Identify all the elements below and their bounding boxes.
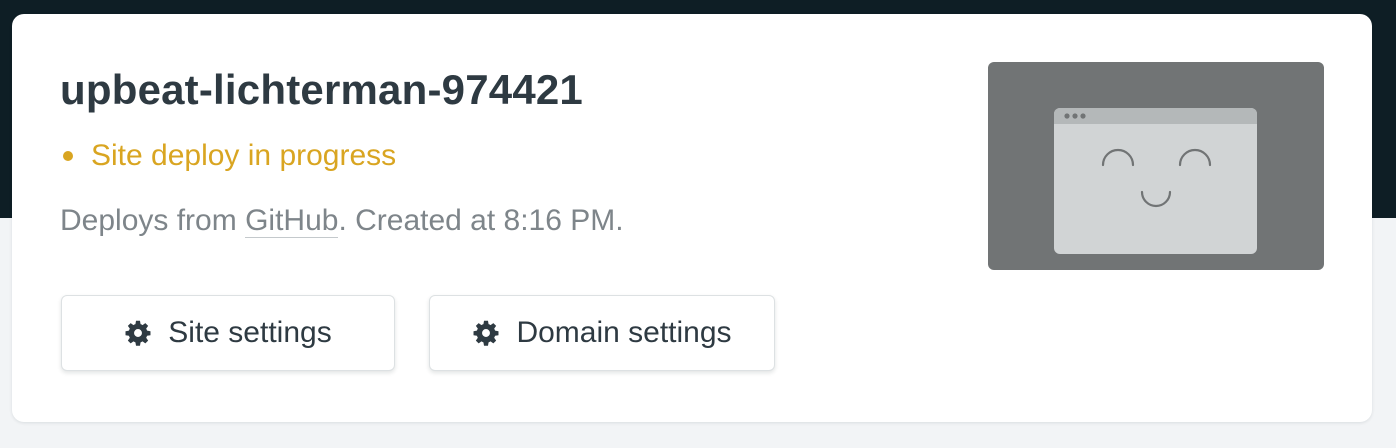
meta-suffix: . Created at 8:16 PM.	[338, 204, 624, 237]
site-preview-thumbnail[interactable]	[988, 62, 1324, 270]
site-name: upbeat-lichterman-974421	[60, 66, 583, 113]
domain-settings-label: Domain settings	[516, 316, 732, 349]
site-meta: Deploys from GitHub. Created at 8:16 PM.	[60, 204, 624, 238]
gear-icon	[125, 320, 151, 346]
deploy-status: Site deploy in progress	[60, 139, 396, 173]
gear-icon	[473, 320, 499, 346]
domain-settings-button[interactable]: Domain settings	[429, 295, 775, 371]
status-dot-icon	[63, 151, 73, 161]
meta-prefix: Deploys from	[60, 204, 246, 237]
site-settings-label: Site settings	[168, 316, 332, 349]
github-link[interactable]: GitHub	[245, 204, 339, 238]
site-settings-button[interactable]: Site settings	[61, 295, 395, 371]
browser-window-smiley-icon	[1054, 108, 1257, 254]
site-overview-card: upbeat-lichterman-974421 Site deploy in …	[12, 14, 1372, 422]
deploy-status-text: Site deploy in progress	[91, 139, 397, 172]
